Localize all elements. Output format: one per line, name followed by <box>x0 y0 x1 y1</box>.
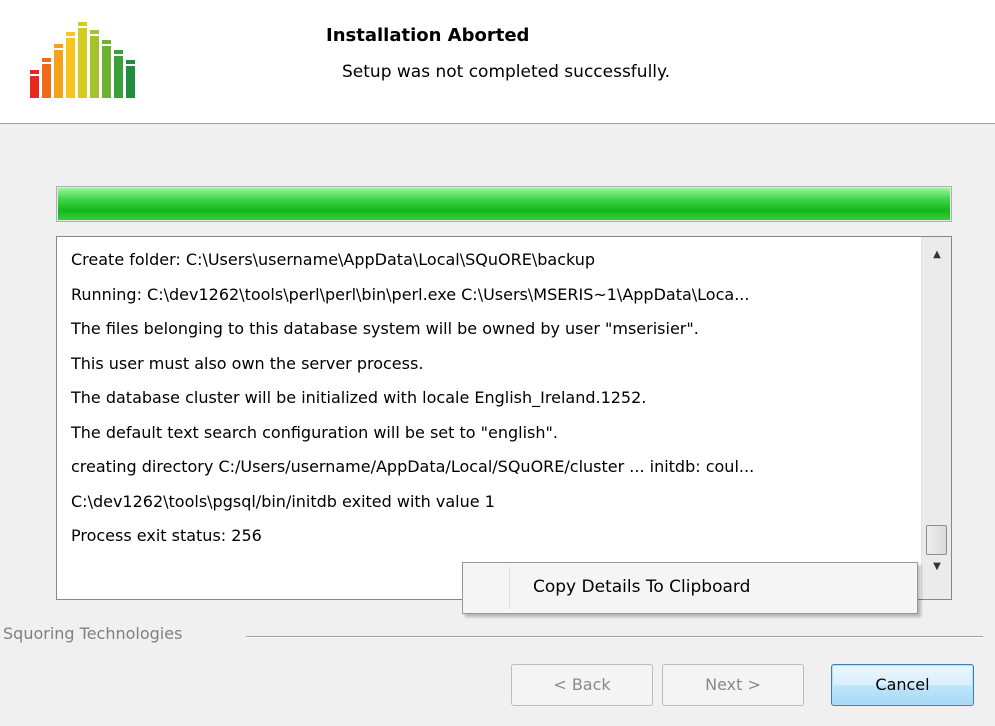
context-menu: Copy Details To Clipboard <box>462 562 918 614</box>
log-line: creating directory C:/Users/username/App… <box>71 457 755 476</box>
page-subtitle: Setup was not completed successfully. <box>342 62 671 82</box>
squore-logo-icon <box>30 22 135 98</box>
cancel-button[interactable]: Cancel <box>831 664 974 706</box>
brand-label: Squoring Technologies <box>3 624 183 643</box>
wizard-header: Installation Aborted Setup was not compl… <box>0 0 995 124</box>
log-line: C:\dev1262\tools\pgsql/bin/initdb exited… <box>71 491 495 511</box>
log-lines: Create folder: C:\Users\username\AppData… <box>71 243 921 554</box>
log-line: Create folder: C:\Users\username\AppData… <box>71 250 596 269</box>
page-title: Installation Aborted <box>326 25 530 46</box>
install-progress-bar <box>56 186 952 222</box>
log-line: Running: C:\dev1262\tools\perl\perl\bin\… <box>71 284 750 304</box>
log-line: The default text search configuration wi… <box>71 422 558 442</box>
log-line: The database cluster will be initialized… <box>71 388 647 407</box>
back-button[interactable]: < Back <box>511 664 653 706</box>
log-line: The files belonging to this database sys… <box>71 319 699 338</box>
footer-divider <box>246 636 983 637</box>
scroll-down-icon[interactable]: ▼ <box>922 555 951 579</box>
next-button[interactable]: Next > <box>662 664 804 706</box>
copy-details-menu-item[interactable]: Copy Details To Clipboard <box>533 577 750 597</box>
log-line: This user must also own the server proce… <box>71 353 424 373</box>
log-scrollbar[interactable]: ▲ ▼ <box>921 237 951 599</box>
scroll-up-icon[interactable]: ▲ <box>922 243 951 267</box>
log-line: Process exit status: 256 <box>71 526 262 545</box>
details-log-list[interactable]: Create folder: C:\Users\username\AppData… <box>56 236 952 600</box>
progress-fill <box>58 188 950 220</box>
menu-gutter-divider <box>509 567 510 609</box>
scroll-thumb[interactable] <box>926 525 947 555</box>
